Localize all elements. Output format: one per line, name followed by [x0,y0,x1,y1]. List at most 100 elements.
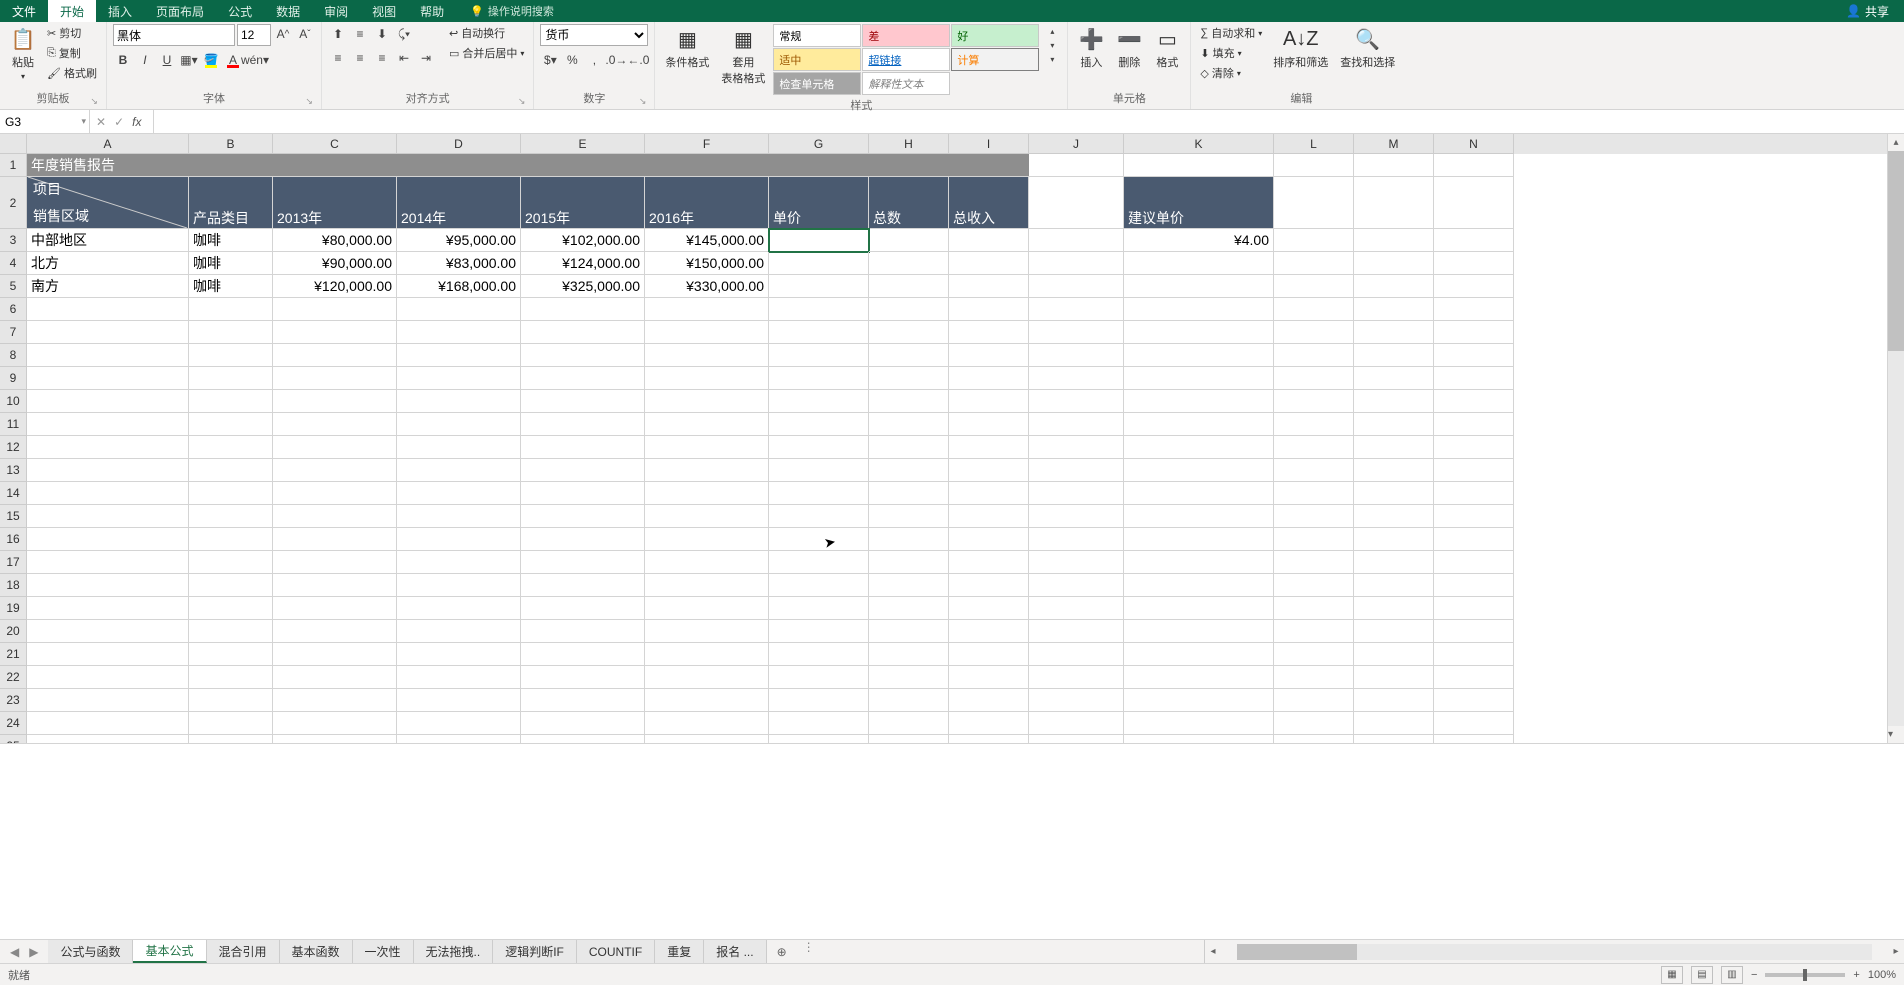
autosum-button[interactable]: ∑自动求和▾ [1197,24,1265,42]
cell-M14[interactable] [1354,482,1434,505]
decrease-font-button[interactable]: Aˇ [295,24,315,44]
cell-H9[interactable] [869,367,949,390]
cell-L14[interactable] [1274,482,1354,505]
cell-B20[interactable] [189,620,273,643]
cell-J22[interactable] [1029,666,1124,689]
cell-K14[interactable] [1124,482,1274,505]
cell-G13[interactable] [769,459,869,482]
cell-L2[interactable] [1274,177,1354,229]
page-layout-view-button[interactable]: ▤ [1691,966,1713,984]
cell-C22[interactable] [273,666,397,689]
cell-E2[interactable]: 2015年 [521,177,645,229]
tab-formulas[interactable]: 公式 [216,0,264,22]
cell-L24[interactable] [1274,712,1354,735]
cell-M6[interactable] [1354,298,1434,321]
conditional-format-button[interactable]: ▦条件格式 [661,24,713,72]
cell-K19[interactable] [1124,597,1274,620]
cell-H15[interactable] [869,505,949,528]
cell-C6[interactable] [273,298,397,321]
cell-L8[interactable] [1274,344,1354,367]
cell-G12[interactable] [769,436,869,459]
cell-L22[interactable] [1274,666,1354,689]
cell-C21[interactable] [273,643,397,666]
cell-L11[interactable] [1274,413,1354,436]
tab-file[interactable]: 文件 [0,0,48,22]
increase-decimal-button[interactable]: .0→ [606,50,626,70]
cell-K5[interactable] [1124,275,1274,298]
column-header-K[interactable]: K [1124,134,1274,154]
new-sheet-button[interactable]: ⊕ [767,940,797,963]
cell-D15[interactable] [397,505,521,528]
cell-D2[interactable]: 2014年 [397,177,521,229]
cell-E15[interactable] [521,505,645,528]
cell-N22[interactable] [1434,666,1514,689]
cell-A15[interactable] [27,505,189,528]
cell-B8[interactable] [189,344,273,367]
cell-N6[interactable] [1434,298,1514,321]
cell-N23[interactable] [1434,689,1514,712]
sheet-tab-3[interactable]: 基本函数 [280,940,353,963]
cell-K18[interactable] [1124,574,1274,597]
row-header-12[interactable]: 12 [0,436,27,459]
cell-H5[interactable] [869,275,949,298]
cell-G19[interactable] [769,597,869,620]
cell-L1[interactable] [1274,154,1354,177]
styles-scroll-up[interactable]: ▴ [1045,24,1059,38]
cell-D18[interactable] [397,574,521,597]
row-header-25[interactable]: 25 [0,735,27,744]
cell-N3[interactable] [1434,229,1514,252]
cell-K7[interactable] [1124,321,1274,344]
cell-A13[interactable] [27,459,189,482]
cell-C17[interactable] [273,551,397,574]
cell-B12[interactable] [189,436,273,459]
cell-C8[interactable] [273,344,397,367]
enter-formula-icon[interactable]: ✓ [114,115,124,129]
sheet-tab-5[interactable]: 无法拖拽.. [414,940,494,963]
vertical-scrollbar[interactable]: ▴ ▾ [1887,134,1904,743]
cell-D23[interactable] [397,689,521,712]
cell-L19[interactable] [1274,597,1354,620]
cell-J23[interactable] [1029,689,1124,712]
cell-J12[interactable] [1029,436,1124,459]
cell-D4[interactable]: ¥83,000.00 [397,252,521,275]
sheet-tab-0[interactable]: 公式与函数 [48,940,133,963]
cell-H17[interactable] [869,551,949,574]
cell-A4[interactable]: 北方 [27,252,189,275]
cell-L13[interactable] [1274,459,1354,482]
cell-M8[interactable] [1354,344,1434,367]
cell-I25[interactable] [949,735,1029,744]
cell-B15[interactable] [189,505,273,528]
cell-D16[interactable] [397,528,521,551]
normal-view-button[interactable]: ▦ [1661,966,1683,984]
cell-C10[interactable] [273,390,397,413]
merge-center-button[interactable]: ▭合并后居中▾ [446,44,527,62]
cell-M10[interactable] [1354,390,1434,413]
cell-A20[interactable] [27,620,189,643]
cell-L16[interactable] [1274,528,1354,551]
cell-D17[interactable] [397,551,521,574]
border-button[interactable]: ▦▾ [179,50,199,70]
cell-G20[interactable] [769,620,869,643]
cell-J17[interactable] [1029,551,1124,574]
cell-G24[interactable] [769,712,869,735]
sheet-nav-next-icon[interactable]: ▶ [29,945,38,959]
style-explanatory[interactable]: 解释性文本 [862,72,950,95]
cell-I6[interactable] [949,298,1029,321]
cell-A25[interactable] [27,735,189,744]
cell-I11[interactable] [949,413,1029,436]
cell-L4[interactable] [1274,252,1354,275]
cell-N14[interactable] [1434,482,1514,505]
cell-D14[interactable] [397,482,521,505]
cell-A2[interactable]: 项目销售区域 [27,177,189,229]
cell-H25[interactable] [869,735,949,744]
cell-I9[interactable] [949,367,1029,390]
cell-N8[interactable] [1434,344,1514,367]
sort-filter-button[interactable]: A↓Z排序和筛选 [1269,24,1332,72]
cell-J18[interactable] [1029,574,1124,597]
format-cells-button[interactable]: ▭格式 [1150,24,1184,72]
row-header-11[interactable]: 11 [0,413,27,436]
cell-H16[interactable] [869,528,949,551]
cell-N17[interactable] [1434,551,1514,574]
column-header-H[interactable]: H [869,134,949,154]
cell-H14[interactable] [869,482,949,505]
